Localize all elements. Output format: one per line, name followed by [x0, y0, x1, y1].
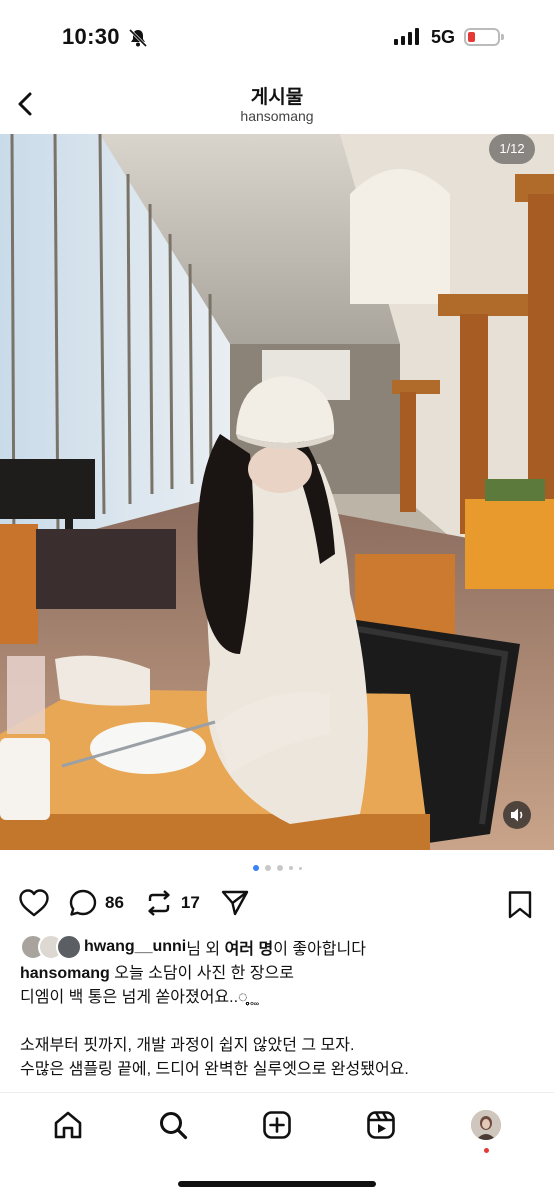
comment-button[interactable]	[68, 888, 98, 918]
nav-search[interactable]	[153, 1105, 193, 1145]
share-button[interactable]	[220, 888, 250, 918]
search-icon	[159, 1111, 187, 1139]
do-not-disturb-icon	[128, 28, 148, 53]
nav-create[interactable]	[257, 1105, 297, 1145]
send-icon	[221, 890, 249, 916]
caption-line-3: 소재부터 핏까지, 개발 과정이 쉽지 않았던 그 모자.	[20, 1037, 355, 1054]
notification-dot	[483, 1147, 489, 1153]
avatar	[56, 934, 82, 960]
signal-icon	[394, 28, 419, 45]
post-photo[interactable]	[0, 134, 554, 850]
caption-line-1: 오늘 소담이 사진 한 장으로	[109, 965, 294, 982]
caption-line-4: 수많은 샘플링 끝에, 드디어 완벽한 실루엣으로 완성됐어요.	[20, 1061, 409, 1078]
liker-username[interactable]: hwang__unni	[84, 938, 186, 956]
page-title: 게시물	[250, 87, 304, 108]
like-button[interactable]	[18, 888, 50, 918]
status-time: 10:30	[62, 24, 120, 49]
bottom-nav	[0, 1092, 554, 1156]
carousel-dot	[276, 865, 283, 871]
carousel-indicator	[0, 865, 554, 871]
network-type: 5G	[431, 27, 456, 47]
likes-summary[interactable]: hwang__unni 님 외 여러 명 이 좋아합니다	[20, 934, 366, 960]
header-username[interactable]: hansomang	[0, 108, 554, 124]
home-icon	[54, 1111, 82, 1138]
profile-avatar	[470, 1109, 501, 1140]
nav-profile[interactable]	[466, 1105, 506, 1153]
caption-author[interactable]: hansomang	[20, 965, 110, 982]
caption-line-2: 디엠이 백 통은 넘게 쏟아졌어요..◌̥̥̥̥̥̥̥̥̥̥̥̥̥̥̥̥ ̥ ͚	[20, 989, 257, 1006]
liker-avatars	[20, 934, 82, 960]
comment-icon	[69, 889, 97, 916]
post-caption: hansomang 오늘 소담이 사진 한 장으로 디엠이 백 통은 넘게 쏟아…	[20, 962, 540, 1082]
comments-count[interactable]: 86	[105, 893, 124, 913]
likes-text-end: 이 좋아합니다	[273, 941, 366, 958]
create-icon	[263, 1110, 291, 1139]
save-button[interactable]	[507, 890, 533, 925]
home-indicator	[178, 1181, 376, 1187]
carousel-dot	[288, 866, 293, 870]
reposts-count[interactable]: 17	[181, 893, 200, 913]
repost-icon	[148, 890, 170, 916]
carousel-dot	[252, 865, 259, 871]
bookmark-icon	[508, 891, 532, 919]
sound-toggle-button[interactable]	[503, 801, 531, 829]
nav-reels[interactable]	[361, 1105, 401, 1145]
repost-button[interactable]	[144, 888, 174, 918]
reels-icon	[367, 1110, 396, 1139]
nav-home[interactable]	[48, 1105, 88, 1145]
carousel-dot	[264, 865, 271, 871]
action-row: 86 17	[18, 888, 250, 918]
likes-others[interactable]: 여러 명	[225, 935, 274, 959]
image-counter: 1/12	[489, 134, 535, 164]
likes-text: 님 외	[186, 941, 225, 958]
carousel-dot	[298, 866, 302, 870]
heart-icon	[19, 889, 49, 917]
battery-icon	[464, 28, 504, 46]
